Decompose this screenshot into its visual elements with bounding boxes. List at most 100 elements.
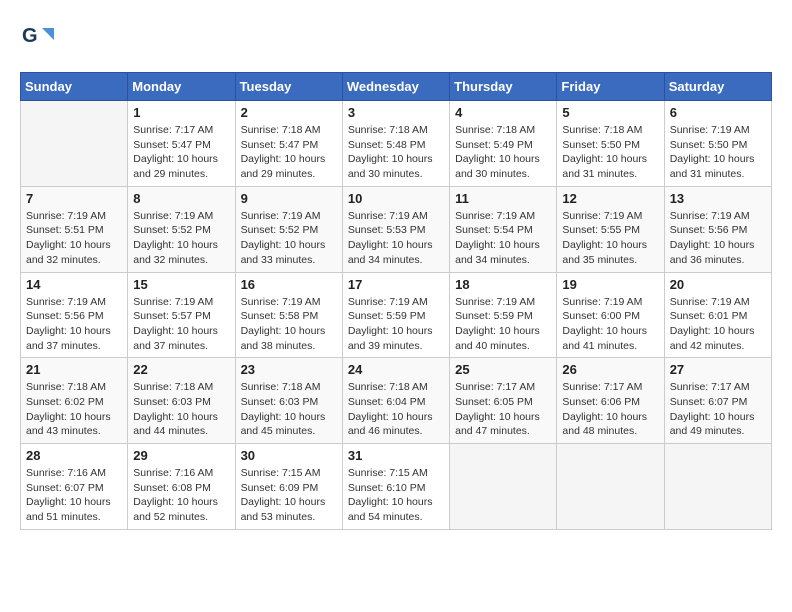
day-cell [557, 444, 664, 530]
day-cell: 11 Sunrise: 7:19 AM Sunset: 5:54 PM Dayli… [450, 186, 557, 272]
day-cell: 1Sunrise: 7:17 AM Sunset: 5:47 PM Daylig… [128, 101, 235, 187]
day-cell: 4 Sunrise: 7:18 AM Sunset: 5:49 PM Daylig… [450, 101, 557, 187]
weekday-monday: Monday [128, 73, 235, 101]
day-cell: 18 Sunrise: 7:19 AM Sunset: 5:59 PM Dayli… [450, 272, 557, 358]
day-info: Sunrise: 7:18 AM Sunset: 6:03 PM Dayligh… [241, 380, 337, 439]
day-number: 12 [562, 191, 658, 206]
day-number: 29 [133, 448, 229, 463]
day-cell: 6 Sunrise: 7:19 AM Sunset: 5:50 PM Daylig… [664, 101, 771, 187]
day-info: Sunrise: 7:19 AM Sunset: 5:57 PM Dayligh… [133, 295, 229, 354]
day-info: Sunrise: 7:17 AM Sunset: 6:07 PM Dayligh… [670, 380, 766, 439]
day-cell: 23 Sunrise: 7:18 AM Sunset: 6:03 PM Dayli… [235, 358, 342, 444]
day-info: Sunrise: 7:19 AM Sunset: 5:56 PM Dayligh… [26, 295, 122, 354]
weekday-saturday: Saturday [664, 73, 771, 101]
day-number: 18 [455, 277, 551, 292]
day-number: 2 [241, 105, 337, 120]
weekday-tuesday: Tuesday [235, 73, 342, 101]
day-cell: 22Sunrise: 7:18 AM Sunset: 6:03 PM Dayli… [128, 358, 235, 444]
day-info: Sunrise: 7:19 AM Sunset: 5:59 PM Dayligh… [348, 295, 444, 354]
day-info: Sunrise: 7:19 AM Sunset: 5:52 PM Dayligh… [133, 209, 229, 268]
day-number: 21 [26, 362, 122, 377]
day-info: Sunrise: 7:18 AM Sunset: 5:49 PM Dayligh… [455, 123, 551, 182]
week-row-5: 28 Sunrise: 7:16 AM Sunset: 6:07 PM Dayli… [21, 444, 772, 530]
page-header: G [20, 20, 772, 56]
day-info: Sunrise: 7:18 AM Sunset: 5:47 PM Dayligh… [241, 123, 337, 182]
day-number: 27 [670, 362, 766, 377]
day-cell: 8 Sunrise: 7:19 AM Sunset: 5:52 PM Daylig… [128, 186, 235, 272]
day-info: Sunrise: 7:19 AM Sunset: 5:55 PM Dayligh… [562, 209, 658, 268]
day-number: 3 [348, 105, 444, 120]
day-info: Sunrise: 7:19 AM Sunset: 5:53 PM Dayligh… [348, 209, 444, 268]
day-cell: 9 Sunrise: 7:19 AM Sunset: 5:52 PM Daylig… [235, 186, 342, 272]
day-cell: 27 Sunrise: 7:17 AM Sunset: 6:07 PM Dayli… [664, 358, 771, 444]
day-number: 14 [26, 277, 122, 292]
day-cell: 12 Sunrise: 7:19 AM Sunset: 5:55 PM Dayli… [557, 186, 664, 272]
day-number: 22 [133, 362, 229, 377]
day-number: 20 [670, 277, 766, 292]
day-number: 4 [455, 105, 551, 120]
day-cell: 5 Sunrise: 7:18 AM Sunset: 5:50 PM Daylig… [557, 101, 664, 187]
week-row-1: 1Sunrise: 7:17 AM Sunset: 5:47 PM Daylig… [21, 101, 772, 187]
calendar-body: 1Sunrise: 7:17 AM Sunset: 5:47 PM Daylig… [21, 101, 772, 530]
day-number: 17 [348, 277, 444, 292]
day-cell: 21Sunrise: 7:18 AM Sunset: 6:02 PM Dayli… [21, 358, 128, 444]
day-number: 25 [455, 362, 551, 377]
week-row-3: 14 Sunrise: 7:19 AM Sunset: 5:56 PM Dayli… [21, 272, 772, 358]
day-cell: 31 Sunrise: 7:15 AM Sunset: 6:10 PM Dayli… [342, 444, 449, 530]
day-info: Sunrise: 7:16 AM Sunset: 6:08 PM Dayligh… [133, 466, 229, 525]
day-info: Sunrise: 7:19 AM Sunset: 5:58 PM Dayligh… [241, 295, 337, 354]
svg-text:G: G [22, 25, 38, 47]
day-number: 8 [133, 191, 229, 206]
day-info: Sunrise: 7:19 AM Sunset: 5:56 PM Dayligh… [670, 209, 766, 268]
day-number: 15 [133, 277, 229, 292]
day-info: Sunrise: 7:18 AM Sunset: 6:04 PM Dayligh… [348, 380, 444, 439]
day-cell: 19Sunrise: 7:19 AM Sunset: 6:00 PM Dayli… [557, 272, 664, 358]
day-cell: 15 Sunrise: 7:19 AM Sunset: 5:57 PM Dayli… [128, 272, 235, 358]
week-row-2: 7 Sunrise: 7:19 AM Sunset: 5:51 PM Daylig… [21, 186, 772, 272]
day-info: Sunrise: 7:19 AM Sunset: 6:00 PM Dayligh… [562, 295, 658, 354]
day-number: 1 [133, 105, 229, 120]
day-cell: 29 Sunrise: 7:16 AM Sunset: 6:08 PM Dayli… [128, 444, 235, 530]
day-info: Sunrise: 7:17 AM Sunset: 6:05 PM Dayligh… [455, 380, 551, 439]
day-cell: 16Sunrise: 7:19 AM Sunset: 5:58 PM Dayli… [235, 272, 342, 358]
day-cell: 13 Sunrise: 7:19 AM Sunset: 5:56 PM Dayli… [664, 186, 771, 272]
day-info: Sunrise: 7:19 AM Sunset: 5:59 PM Dayligh… [455, 295, 551, 354]
day-number: 6 [670, 105, 766, 120]
day-cell: 24 Sunrise: 7:18 AM Sunset: 6:04 PM Dayli… [342, 358, 449, 444]
day-info: Sunrise: 7:18 AM Sunset: 5:50 PM Dayligh… [562, 123, 658, 182]
day-number: 5 [562, 105, 658, 120]
weekday-header-row: SundayMondayTuesdayWednesdayThursdayFrid… [21, 73, 772, 101]
day-info: Sunrise: 7:16 AM Sunset: 6:07 PM Dayligh… [26, 466, 122, 525]
day-cell: 26Sunrise: 7:17 AM Sunset: 6:06 PM Dayli… [557, 358, 664, 444]
day-number: 30 [241, 448, 337, 463]
day-cell: 20 Sunrise: 7:19 AM Sunset: 6:01 PM Dayli… [664, 272, 771, 358]
calendar-table: SundayMondayTuesdayWednesdayThursdayFrid… [20, 72, 772, 530]
weekday-friday: Friday [557, 73, 664, 101]
weekday-thursday: Thursday [450, 73, 557, 101]
weekday-sunday: Sunday [21, 73, 128, 101]
day-cell [21, 101, 128, 187]
day-number: 24 [348, 362, 444, 377]
day-info: Sunrise: 7:19 AM Sunset: 5:51 PM Dayligh… [26, 209, 122, 268]
day-cell: 17 Sunrise: 7:19 AM Sunset: 5:59 PM Dayli… [342, 272, 449, 358]
day-info: Sunrise: 7:19 AM Sunset: 5:54 PM Dayligh… [455, 209, 551, 268]
day-cell [664, 444, 771, 530]
day-cell: 10 Sunrise: 7:19 AM Sunset: 5:53 PM Dayli… [342, 186, 449, 272]
day-number: 7 [26, 191, 122, 206]
day-number: 13 [670, 191, 766, 206]
logo: G [20, 20, 60, 56]
day-number: 31 [348, 448, 444, 463]
day-info: Sunrise: 7:19 AM Sunset: 5:52 PM Dayligh… [241, 209, 337, 268]
day-number: 23 [241, 362, 337, 377]
day-number: 10 [348, 191, 444, 206]
day-cell: 2 Sunrise: 7:18 AM Sunset: 5:47 PM Daylig… [235, 101, 342, 187]
day-cell: 14 Sunrise: 7:19 AM Sunset: 5:56 PM Dayli… [21, 272, 128, 358]
day-info: Sunrise: 7:19 AM Sunset: 5:50 PM Dayligh… [670, 123, 766, 182]
day-number: 26 [562, 362, 658, 377]
day-number: 11 [455, 191, 551, 206]
day-info: Sunrise: 7:19 AM Sunset: 6:01 PM Dayligh… [670, 295, 766, 354]
day-number: 28 [26, 448, 122, 463]
day-info: Sunrise: 7:15 AM Sunset: 6:10 PM Dayligh… [348, 466, 444, 525]
logo-icon: G [20, 20, 56, 56]
day-number: 9 [241, 191, 337, 206]
